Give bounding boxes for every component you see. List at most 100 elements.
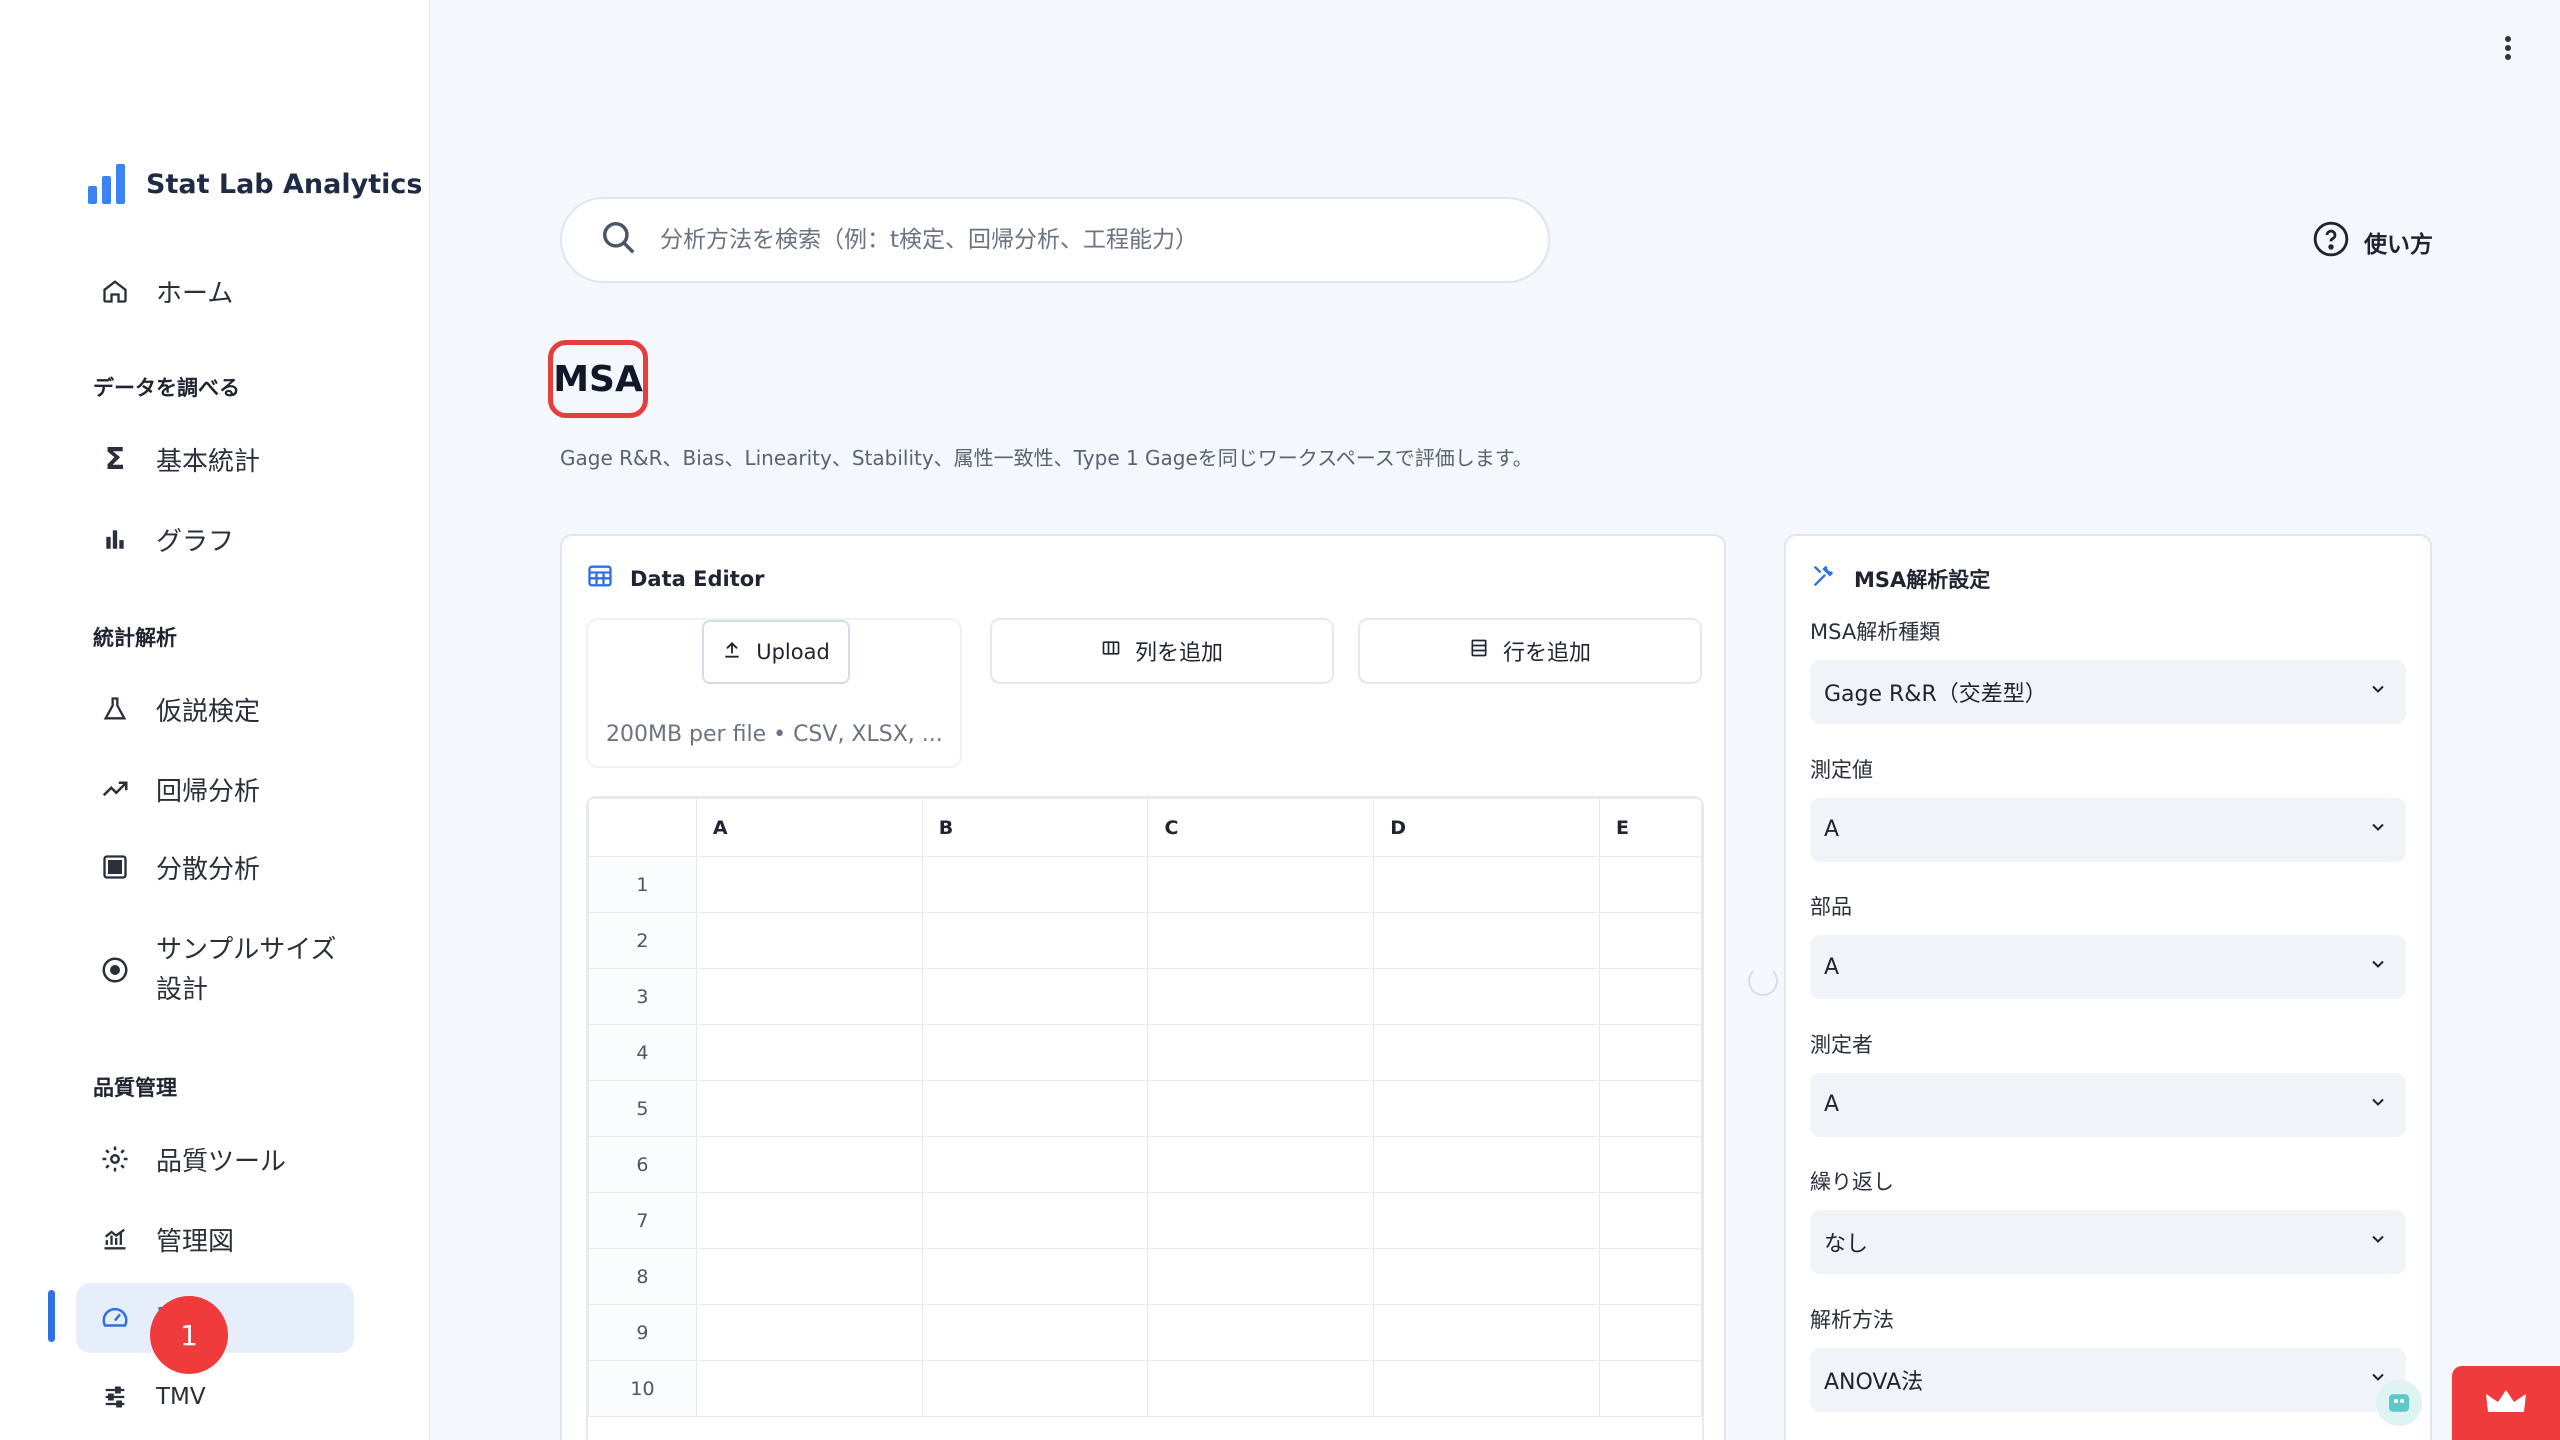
table-cell[interactable] <box>1373 912 1601 969</box>
sample-size-label-line1: サンプルサイズ <box>156 935 337 965</box>
table-cell[interactable] <box>1147 1024 1375 1081</box>
table-cell[interactable] <box>1147 1136 1375 1193</box>
table-cell[interactable] <box>695 968 923 1025</box>
table-cell[interactable] <box>1147 1304 1375 1361</box>
table-cell[interactable] <box>1599 856 1702 913</box>
data-grid[interactable]: A B C D E 1 2 3 4 5 6 7 8 9 10 <box>586 796 1704 1440</box>
table-cell[interactable] <box>1599 1080 1702 1137</box>
table-row: 6 <box>588 1136 1702 1193</box>
table-cell[interactable] <box>1599 912 1702 969</box>
table-cell[interactable] <box>695 1080 923 1137</box>
table-cell[interactable] <box>921 856 1149 913</box>
streamlit-crown-icon[interactable] <box>2452 1366 2560 1440</box>
brand-name: Stat Lab Analytics <box>146 168 423 200</box>
select-dropdown[interactable]: ANOVA法 <box>1810 1347 2406 1412</box>
bar-chart-icon <box>98 522 132 556</box>
select-dropdown[interactable]: A <box>1810 797 2406 862</box>
table-cell[interactable] <box>921 968 1149 1025</box>
table-cell[interactable] <box>921 1192 1149 1249</box>
grid-icon <box>98 850 132 884</box>
column-header[interactable]: D <box>1373 798 1601 857</box>
select-dropdown[interactable]: A <box>1810 935 2406 999</box>
table-cell[interactable] <box>921 1024 1149 1081</box>
select-dropdown[interactable]: Gage R&R（交差型） <box>1810 660 2406 724</box>
table-cell[interactable] <box>1373 1248 1601 1305</box>
assistant-icon[interactable] <box>2376 1380 2422 1426</box>
sidebar-item-tmv[interactable]: TMV <box>76 1362 354 1432</box>
table-cell[interactable] <box>695 1304 923 1361</box>
table-cell[interactable] <box>1147 1248 1375 1305</box>
table-cell[interactable] <box>1147 856 1375 913</box>
upload-icon <box>722 640 742 665</box>
table-cell[interactable] <box>1373 856 1601 913</box>
section-title-quality: 品質管理 <box>93 1076 177 1100</box>
sidebar-item-graph[interactable]: グラフ <box>76 504 354 574</box>
table-cell[interactable] <box>921 1304 1149 1361</box>
table-row: 7 <box>588 1192 1702 1249</box>
table-cell[interactable] <box>1599 968 1702 1025</box>
column-header[interactable]: A <box>695 798 923 857</box>
column-header[interactable]: B <box>921 798 1149 857</box>
add-row-button[interactable]: 行を追加 <box>1358 618 1702 684</box>
sidebar-item-anova[interactable]: 分散分析 <box>76 832 354 902</box>
table-cell[interactable] <box>695 1024 923 1081</box>
sidebar-item-home[interactable]: ホーム <box>76 256 354 326</box>
search-bar[interactable] <box>560 197 1550 283</box>
table-cell[interactable] <box>1599 1192 1702 1249</box>
table-cell[interactable] <box>921 1136 1149 1193</box>
table-cell[interactable] <box>1147 968 1375 1025</box>
trending-up-icon <box>98 772 132 806</box>
help-link[interactable]: 使い方 <box>2312 220 2433 264</box>
select-dropdown[interactable]: なし <box>1810 1210 2406 1274</box>
table-cell[interactable] <box>1373 1024 1601 1081</box>
sidebar-item-control-chart[interactable]: 管理図 <box>76 1204 354 1274</box>
column-header[interactable]: C <box>1147 798 1375 857</box>
table-cell[interactable] <box>921 1248 1149 1305</box>
table-cell[interactable] <box>1599 1360 1702 1417</box>
table-cell[interactable] <box>1373 1192 1601 1249</box>
sidebar-item-basic-stats[interactable]: Σ 基本統計 <box>76 424 354 494</box>
table-cell[interactable] <box>1599 1304 1702 1361</box>
sidebar-item-label: 回帰分析 <box>156 776 261 807</box>
page-subtitle: Gage R&R、Bias、Linearity、Stability、属性一致性、… <box>560 446 1533 470</box>
table-cell[interactable] <box>695 1192 923 1249</box>
table-cell[interactable] <box>1599 1248 1702 1305</box>
sidebar-item-quality-tools[interactable]: 品質ツール <box>76 1124 354 1194</box>
sidebar-item-label: サンプルサイズ 設計 <box>156 930 336 1010</box>
more-menu-icon[interactable] <box>2496 30 2520 66</box>
table-cell[interactable] <box>1147 912 1375 969</box>
table-cell[interactable] <box>1373 1136 1601 1193</box>
sidebar-item-regression[interactable]: 回帰分析 <box>76 754 354 824</box>
table-cell[interactable] <box>1147 1192 1375 1249</box>
chart-line-icon <box>98 1222 132 1256</box>
table-cell[interactable] <box>1599 1136 1702 1193</box>
table-cell[interactable] <box>695 1136 923 1193</box>
table-cell[interactable] <box>1599 1024 1702 1081</box>
notification-badge: 1 <box>150 1296 228 1374</box>
sidebar-item-hypothesis[interactable]: 仮説検定 <box>76 674 354 744</box>
table-cell[interactable] <box>921 912 1149 969</box>
search-input[interactable] <box>660 227 1460 253</box>
table-cell[interactable] <box>1373 1080 1601 1137</box>
table-cell[interactable] <box>921 1080 1149 1137</box>
column-header[interactable]: E <box>1599 798 1702 857</box>
add-column-button[interactable]: 列を追加 <box>990 618 1334 684</box>
sidebar-item-sample-size[interactable]: サンプルサイズ 設計 <box>76 922 354 1018</box>
table-row: 4 <box>588 1024 1702 1081</box>
brand[interactable]: Stat Lab Analytics <box>88 164 422 204</box>
upload-button[interactable]: Upload <box>702 620 850 684</box>
table-cell[interactable] <box>1373 1304 1601 1361</box>
upload-dropzone[interactable]: Upload 200MB per file • CSV, XLSX, ... <box>586 618 962 768</box>
table-cell[interactable] <box>1373 1360 1601 1417</box>
table-cell[interactable] <box>695 1360 923 1417</box>
table-cell[interactable] <box>695 1248 923 1305</box>
table-cell[interactable] <box>921 1360 1149 1417</box>
chevron-down-icon <box>2368 1229 2388 1255</box>
table-cell[interactable] <box>1373 968 1601 1025</box>
table-cell[interactable] <box>695 856 923 913</box>
table-cell[interactable] <box>695 912 923 969</box>
select-dropdown[interactable]: A <box>1810 1072 2406 1137</box>
section-title-stats: 統計解析 <box>93 626 177 650</box>
table-cell[interactable] <box>1147 1360 1375 1417</box>
table-cell[interactable] <box>1147 1080 1375 1137</box>
